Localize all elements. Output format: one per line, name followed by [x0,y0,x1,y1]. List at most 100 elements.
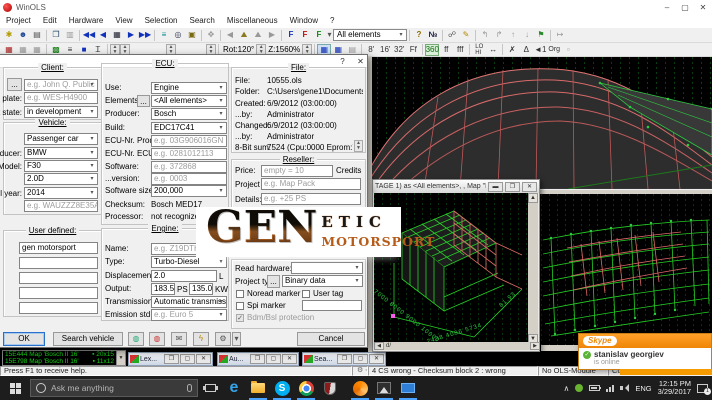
client-name-combo[interactable]: e.g. John Q. Public [24,79,98,91]
bookmark-icon[interactable]: ⚑ [534,29,548,41]
goto-icon[interactable]: ↦ [553,29,567,41]
map-3d-window-top[interactable] [368,57,712,189]
action-center-icon[interactable]: 1 [697,384,708,393]
skype-button[interactable]: S [270,376,294,400]
prev-element-icon[interactable]: ◀ [96,29,110,41]
ok-button[interactable]: OK [3,332,45,346]
transmission-combo[interactable]: Automatic transmission [151,296,227,308]
last-element-icon[interactable]: ▶▶ [138,29,152,41]
ecu-size-combo[interactable]: 200,000 [151,185,227,197]
context-help-icon[interactable]: № [426,29,440,41]
photos-button[interactable] [372,376,396,400]
table-view-icon[interactable]: ▦ [110,29,124,41]
scroll-right-icon[interactable]: ▶ [530,342,540,350]
model-year-combo[interactable]: 2014 [24,187,98,199]
displacement-field[interactable]: 2.0 [151,270,217,282]
vehicle-type-combo[interactable]: Passenger car [24,133,98,145]
maximize-icon[interactable]: ▢ [353,354,368,364]
ecu-software-field[interactable]: e.g. 372868 [151,161,227,173]
scroll-up-icon[interactable]: ▲ [528,193,538,203]
filter-green-icon[interactable]: F [312,29,326,41]
next-element-icon[interactable]: ▶ [124,29,138,41]
map-list[interactable]: 15E444 Map 'Bosch II 16' 20x15 15E798 Ma… [2,350,126,366]
map-window-titlebar[interactable]: TAGE 1) as <All elements>, , Map "Bosc..… [373,180,539,193]
minimized-window-lex[interactable]: Lex... ❐▢✕ [128,352,213,366]
start-button[interactable] [0,376,30,400]
antivirus-button[interactable] [318,376,342,400]
output-ps-field[interactable]: 183.5 [151,283,175,295]
price-field[interactable]: empty = 10 [261,165,333,177]
volume-icon[interactable] [620,384,629,392]
ecu-use-combo[interactable]: Engine [151,82,227,94]
tray-expand-icon[interactable]: ∧ [564,384,570,393]
lohi-icon[interactable]: LOHI [472,44,486,56]
menu-selection[interactable]: Selection [139,14,184,28]
horizontal-scrollbar[interactable]: ◀ d/ ▶ [374,342,540,350]
print-icon[interactable]: ▤ [30,29,44,41]
user-defined-field-3[interactable] [19,272,98,284]
settings-gear-button[interactable]: ⚙ [215,332,231,346]
close-icon[interactable]: ✕ [522,182,537,192]
close-icon[interactable]: ✕ [196,354,211,364]
search-icon[interactable]: ◎ [171,29,185,41]
ecu-producer-combo[interactable]: Bosch [151,108,227,120]
read-hardware-combo[interactable] [291,262,363,274]
vin-field[interactable]: e.g. WAUZZZ8E35A23542 [24,200,98,212]
cut-icon[interactable]: ✗ [505,44,519,56]
prev-version-icon[interactable]: ◄1 [533,44,547,56]
bits-32-icon[interactable]: 32' [392,44,406,56]
maximize-icon[interactable]: ▢ [266,354,281,364]
emission-combo[interactable]: e.g. Euro 5 [151,309,227,321]
close-icon[interactable]: ✕ [694,1,712,14]
menu-edit[interactable]: Edit [37,14,63,28]
ecu-build-combo[interactable]: EDC17C41 [151,122,227,134]
restore-icon[interactable]: ❐ [337,354,352,364]
restore-icon[interactable]: ❐ [164,354,179,364]
menu-help[interactable]: ? [324,14,340,28]
filter-red-icon[interactable]: F [298,29,312,41]
web-lookup-button[interactable]: ◍ [128,332,144,346]
menu-view[interactable]: View [109,14,138,28]
bits-16-icon[interactable]: 16' [378,44,392,56]
vertical-scrollbar[interactable]: ▲ ▼ [528,193,538,344]
edge-button[interactable]: e [222,376,246,400]
maximize-icon[interactable]: ▢ [676,1,694,14]
delta-icon[interactable]: Δ [519,44,533,56]
filter-blue-icon[interactable]: F [284,29,298,41]
noread-checkbox[interactable]: Noread marker [236,289,300,299]
network-icon[interactable] [606,385,614,392]
dialog-close-icon[interactable]: ✕ [353,56,368,67]
redo-icon[interactable]: ↱ [492,29,506,41]
chrome-button[interactable] [294,376,318,400]
map-list-item[interactable]: 15E444 Map 'Bosch II 16' 20x15 [3,351,116,358]
minimized-window-au[interactable]: Au... ❐▢✕ [217,352,299,366]
new-project-icon[interactable]: ✱ [2,29,16,41]
prev-diff-icon[interactable]: ◀ [223,29,237,41]
menu-miscellaneous[interactable]: Miscellaneous [221,14,284,28]
engine-type-combo[interactable]: Turbo-Diesel [151,256,227,268]
restore-icon[interactable]: ❐ [250,354,265,364]
bdm-checkbox[interactable]: ✓Bdm/Bsl protection [236,313,314,323]
vehicle-model-combo[interactable]: F30 [24,160,98,172]
hex-view-icon[interactable]: ff [439,44,453,56]
close-icon[interactable]: ✕ [369,354,384,364]
open-folder-icon[interactable]: ▣ [185,29,199,41]
search-vehicle-data-button[interactable]: Search vehicle data [53,332,123,346]
ecu-version-field[interactable]: e.g. 0003 [151,173,227,185]
cancel-button[interactable]: Cancel [297,332,365,346]
task-view-button[interactable] [198,376,222,400]
app-titlebar[interactable]: WinOLS – ▢ ✕ [0,0,712,14]
history-back-icon[interactable]: ↑ [506,29,520,41]
battery-icon[interactable] [589,385,600,391]
vehicle-variant-combo[interactable]: 2.0D [24,173,98,185]
spi-checkbox[interactable]: Spi marker [236,301,286,311]
help-icon[interactable]: ? [412,29,426,41]
bitsum-spinner[interactable]: ▲▼ [354,140,363,152]
project-type-browse-button[interactable]: ... [267,275,280,288]
more-actions-dropdown[interactable]: ▾ [232,332,241,346]
window-cascade-icon[interactable]: ❐ [49,29,63,41]
user-defined-field-2[interactable] [19,257,98,269]
user-defined-field-1[interactable]: gen motorsport [19,242,98,254]
minimize-icon[interactable]: – [658,1,676,14]
element-list-icon[interactable]: ≡ [157,29,171,41]
